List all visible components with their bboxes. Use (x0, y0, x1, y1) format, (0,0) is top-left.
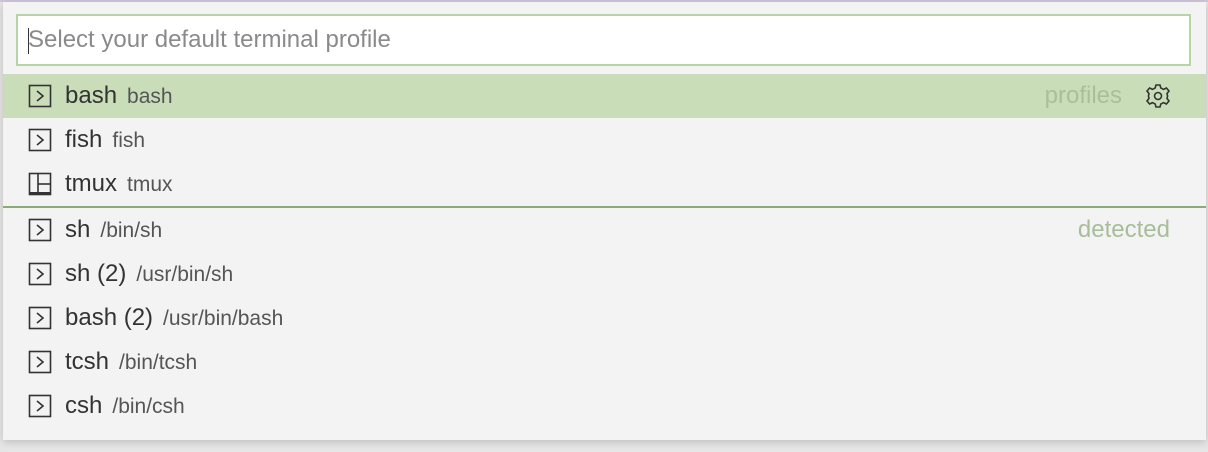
terminal-icon (28, 84, 52, 108)
profile-list: bash bash profiles fish fish tmux tmux s… (3, 74, 1206, 428)
quick-pick-input-box[interactable] (16, 14, 1191, 66)
terminal-icon (28, 262, 52, 286)
terminal-icon (28, 128, 52, 152)
terminal-icon (28, 218, 52, 242)
group-label-detected: detected (1077, 216, 1170, 243)
list-item-sh[interactable]: sh/bin/sh detected (3, 208, 1206, 252)
list-item-label: sh/bin/sh (65, 216, 163, 243)
group-label-profiles: profiles (1044, 82, 1122, 109)
quick-pick-search-input[interactable] (18, 16, 1189, 64)
terminal-icon (28, 350, 52, 374)
terminal-icon (28, 394, 52, 418)
list-item-tmux[interactable]: tmux tmux (3, 162, 1206, 206)
text-caret (28, 28, 29, 54)
list-item-sh-2[interactable]: sh (2)/usr/bin/sh (3, 252, 1206, 296)
list-item-label: sh (2)/usr/bin/sh (65, 260, 234, 287)
list-item-description: /bin/tcsh (119, 351, 198, 374)
list-item-label: bash (2)/usr/bin/bash (65, 304, 284, 331)
list-item-description: /bin/sh (100, 219, 163, 242)
list-item-label: bash bash (65, 82, 173, 109)
list-item-bash-2[interactable]: bash (2)/usr/bin/bash (3, 296, 1206, 340)
list-item-description: /bin/csh (112, 395, 185, 418)
list-item-description: fish (112, 129, 146, 152)
list-item-description: /usr/bin/bash (163, 307, 284, 330)
quick-pick-panel: bashbash profiles fishfish (3, 2, 1206, 440)
list-item-label: csh/bin/csh (65, 392, 185, 419)
list-item-bash[interactable]: bash bash profiles (3, 74, 1206, 118)
list-item-description: tmux (127, 173, 173, 196)
list-item-description: bash (127, 85, 173, 108)
list-item-label: fish fish (65, 126, 146, 153)
list-item-csh[interactable]: csh/bin/csh (3, 384, 1206, 428)
list-item-description: /usr/bin/sh (136, 263, 234, 286)
layout-icon (28, 172, 52, 196)
gear-icon[interactable] (1144, 82, 1172, 110)
terminal-icon (28, 306, 52, 330)
list-item-tcsh[interactable]: tcsh/bin/tcsh (3, 340, 1206, 384)
list-item-label: tmux tmux (65, 170, 173, 197)
list-item-fish[interactable]: fish fish (3, 118, 1206, 162)
list-item-label: tcsh/bin/tcsh (65, 348, 198, 375)
